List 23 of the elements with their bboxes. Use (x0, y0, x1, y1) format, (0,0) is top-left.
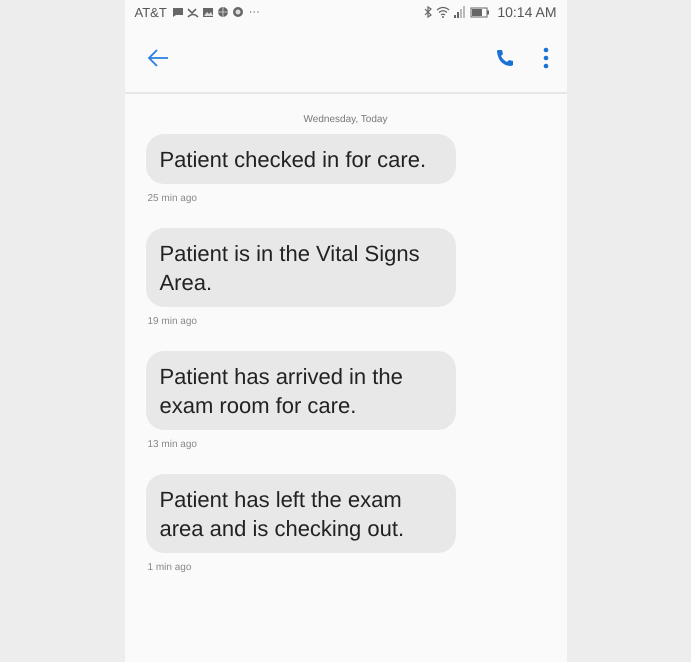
signal-icon (453, 6, 468, 18)
message-bubble: Patient has left the exam area and is checking out. (146, 474, 456, 553)
date-header: Wednesday, Today (302, 114, 388, 125)
phone-icon[interactable] (494, 48, 514, 68)
message-time: 25 min ago (148, 193, 198, 204)
message-bubble: Patient has arrived in the exam room for care. (146, 351, 456, 430)
image-icon (202, 6, 214, 18)
message-bubble: Patient is in the Vital Signs Area. (146, 228, 456, 307)
message-time: 1 min ago (148, 562, 192, 573)
back-arrow-icon[interactable] (146, 49, 168, 67)
carrier-name: AT&T (134, 4, 167, 20)
wifi-icon (436, 6, 450, 18)
message-icon (172, 6, 184, 18)
battery-icon (470, 6, 490, 18)
message-bubble: Patient checked in for care. (146, 134, 456, 184)
message-time: 13 min ago (148, 439, 198, 450)
message-time: 19 min ago (148, 316, 198, 327)
globe-icon (216, 6, 229, 18)
clock-time: 10:14 AM (497, 4, 556, 20)
bluetooth-icon (424, 6, 434, 18)
record-icon (232, 6, 244, 18)
more-notifications: ··· (248, 6, 260, 18)
more-options-icon[interactable] (542, 47, 548, 69)
